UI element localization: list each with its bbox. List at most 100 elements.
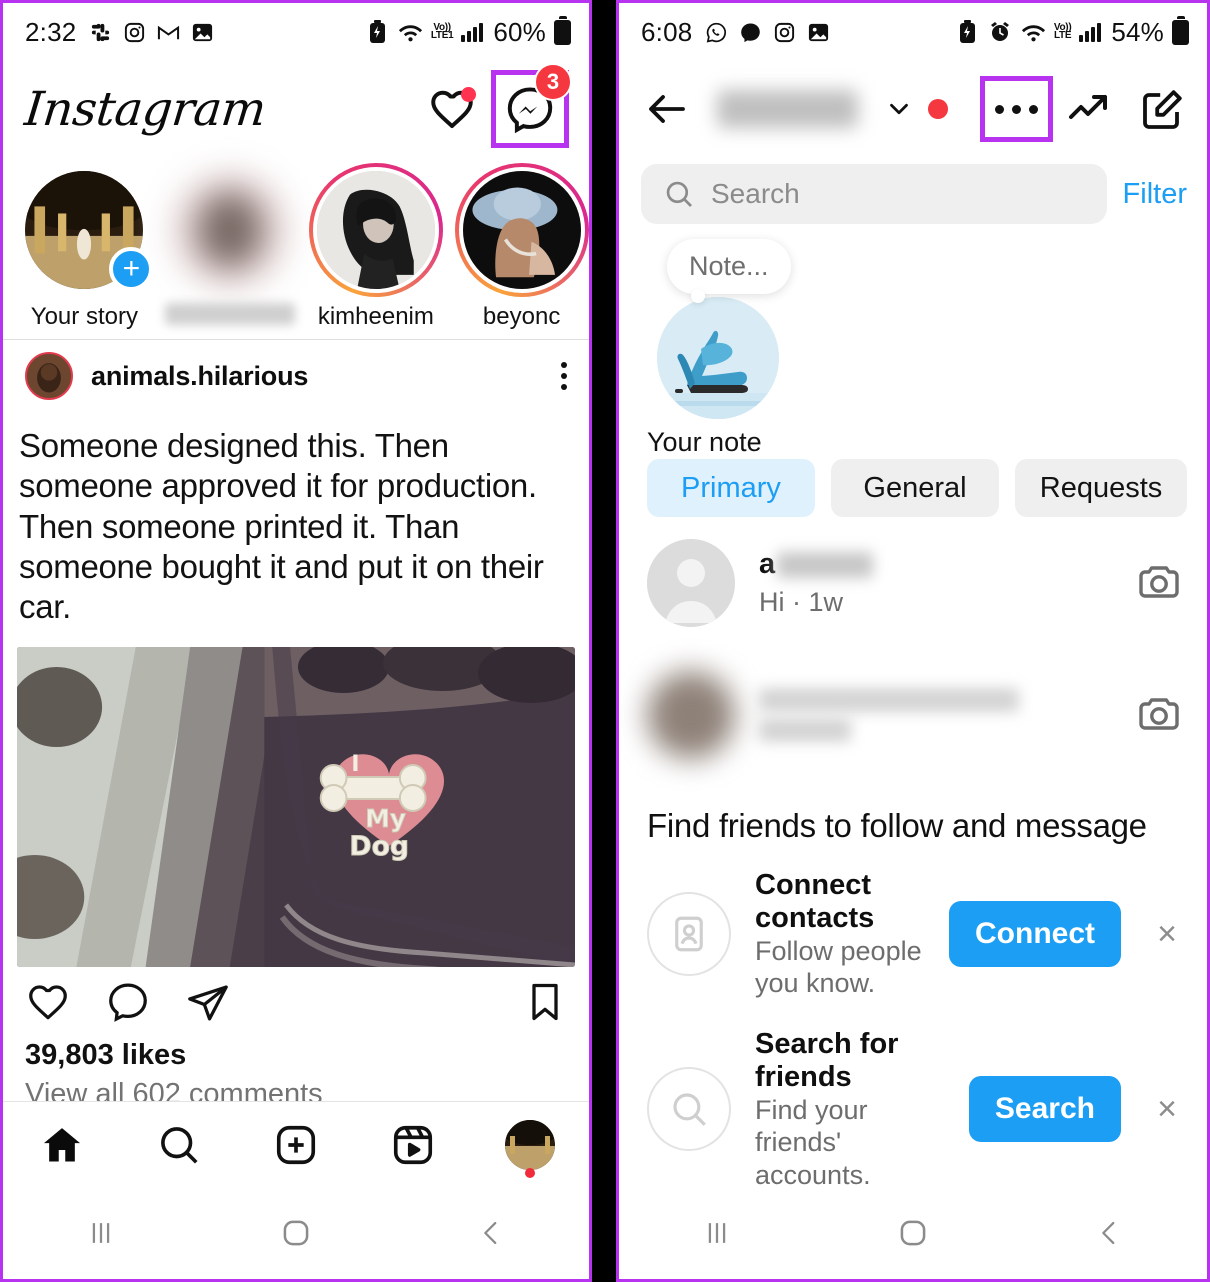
chat-preview: Hi · 1w xyxy=(759,587,844,617)
instagram-header: Instagram 3 xyxy=(3,61,589,157)
instagram-logo[interactable]: Instagram xyxy=(22,82,268,137)
chat-list-item[interactable] xyxy=(619,649,1207,781)
chat-username-text: a xyxy=(759,548,776,580)
suggestion-title: Connect contacts xyxy=(755,869,875,934)
search-input[interactable]: Search xyxy=(641,164,1107,224)
volte-indicator: Vo)) LTE xyxy=(1053,21,1072,41)
home-button-icon[interactable] xyxy=(251,1203,341,1263)
profile-avatar xyxy=(505,1119,556,1170)
story-label xyxy=(165,303,296,325)
dismiss-connect-icon[interactable]: × xyxy=(1145,915,1189,954)
left-phone-panel: 2:32 Vo)) LTE1 60% Instagram 3 + Your st… xyxy=(0,0,592,1282)
tab-primary[interactable]: Primary xyxy=(647,459,815,517)
recents-icon[interactable] xyxy=(672,1203,762,1263)
profile-unread-dot xyxy=(525,1167,536,1178)
camera-icon[interactable] xyxy=(1135,559,1183,607)
wifi-icon xyxy=(398,20,423,45)
tab-label: General xyxy=(863,471,967,504)
post-image[interactable]: I My Dog xyxy=(17,647,575,968)
search-placeholder: Search xyxy=(711,178,800,209)
slack-icon xyxy=(88,20,113,45)
tab-label: Requests xyxy=(1039,471,1163,504)
messenger-inbox-button[interactable]: 3 xyxy=(491,63,572,148)
dismiss-search-icon[interactable]: × xyxy=(1145,1090,1189,1129)
more-options-button[interactable] xyxy=(979,76,1053,142)
recents-icon[interactable] xyxy=(56,1203,146,1263)
filter-button[interactable]: Filter xyxy=(1123,178,1187,211)
kebab-menu-icon[interactable] xyxy=(561,362,567,390)
back-arrow-icon[interactable] xyxy=(643,85,691,133)
back-icon[interactable] xyxy=(1064,1203,1154,1263)
battery-percent: 54% xyxy=(1111,16,1164,47)
tab-create[interactable] xyxy=(251,1110,341,1180)
post-actions xyxy=(3,967,589,1037)
chat-username: a xyxy=(759,548,1111,581)
dm-header xyxy=(619,61,1207,157)
suggestion-subtitle: Follow people you know. xyxy=(755,936,922,999)
activity-heart-button[interactable] xyxy=(427,84,477,134)
alarm-icon xyxy=(988,20,1013,45)
tab-home[interactable] xyxy=(17,1110,107,1180)
tab-profile[interactable] xyxy=(485,1110,575,1180)
tab-search[interactable] xyxy=(134,1110,224,1180)
back-icon[interactable] xyxy=(446,1203,536,1263)
tab-requests[interactable]: Requests xyxy=(1015,459,1187,517)
camera-icon[interactable] xyxy=(1135,691,1183,739)
bottom-tab-bar xyxy=(3,1101,589,1187)
find-friends-title: Find friends to follow and message xyxy=(647,807,1147,844)
battery-saver-icon xyxy=(365,20,390,45)
signal-bars-icon xyxy=(1079,22,1102,42)
status-system-icons: Vo)) LTE 54% xyxy=(955,17,1189,48)
status-time: 6:08 xyxy=(641,16,693,47)
right-status-bar: 6:08 Vo)) LTE 54% xyxy=(619,3,1207,61)
story-ring xyxy=(308,163,443,297)
search-button[interactable]: Search xyxy=(968,1076,1121,1143)
story-beyonce[interactable]: beyonc xyxy=(454,163,589,339)
dm-header-right-actions xyxy=(1065,85,1187,133)
trending-up-icon[interactable] xyxy=(1065,85,1113,133)
story-ring xyxy=(454,163,589,297)
left-system-navbar xyxy=(3,1187,589,1279)
compose-icon[interactable] xyxy=(1139,85,1187,133)
story-label: Your story xyxy=(30,303,138,330)
suggestion-title: Search for friends xyxy=(755,1027,899,1093)
chevron-down-icon xyxy=(890,103,908,115)
dm-search-row: Search Filter xyxy=(619,157,1207,231)
contact-card-icon xyxy=(647,892,731,977)
dm-account-switcher[interactable] xyxy=(884,94,948,124)
like-icon[interactable] xyxy=(25,979,71,1025)
tab-reels[interactable] xyxy=(368,1110,458,1180)
note-label: Your note xyxy=(647,427,762,457)
suggestion-text-block: Search for friends Find your friends' ac… xyxy=(755,1028,945,1191)
battery-percent: 60% xyxy=(493,16,546,47)
stories-tray[interactable]: + Your story kimheenim beyonc xyxy=(3,157,589,339)
story-kimheenim[interactable]: kimheenim xyxy=(308,163,444,339)
chat-username-redacted xyxy=(759,688,1020,712)
tab-general[interactable]: General xyxy=(831,459,999,517)
tab-label: Primary xyxy=(681,471,781,504)
chat-list-item[interactable]: a Hi · 1w xyxy=(619,517,1207,649)
connect-button[interactable]: Connect xyxy=(949,901,1121,968)
wifi-icon xyxy=(1021,20,1046,45)
note-avatar[interactable] xyxy=(657,297,779,419)
status-notification-icons xyxy=(88,20,215,45)
chat-text-block: a Hi · 1w xyxy=(759,548,1111,618)
post-caption: Someone designed this. Then someone appr… xyxy=(19,427,544,625)
note-bubble[interactable]: Note... xyxy=(667,239,791,303)
status-notification-icons xyxy=(704,20,831,45)
battery-saver-icon xyxy=(955,20,980,45)
post-author-avatar[interactable] xyxy=(25,352,73,400)
comment-icon[interactable] xyxy=(105,979,151,1025)
suggestion-search-friends: Search for friends Find your friends' ac… xyxy=(619,1014,1207,1205)
home-button-icon[interactable] xyxy=(868,1203,958,1263)
story-blurred-user[interactable] xyxy=(163,163,298,339)
save-icon[interactable] xyxy=(523,980,567,1024)
svg-text:I: I xyxy=(351,752,359,777)
add-story-plus-icon[interactable]: + xyxy=(109,247,154,291)
right-phone-panel: 6:08 Vo)) LTE 54% Search Filter Note... … xyxy=(616,0,1210,1282)
post-author-name[interactable]: animals.hilarious xyxy=(91,361,308,392)
story-your-story[interactable]: + Your story xyxy=(17,163,154,339)
notes-tray: Note... Your note xyxy=(619,231,1207,457)
share-icon[interactable] xyxy=(185,979,231,1025)
dm-username[interactable] xyxy=(717,90,858,128)
